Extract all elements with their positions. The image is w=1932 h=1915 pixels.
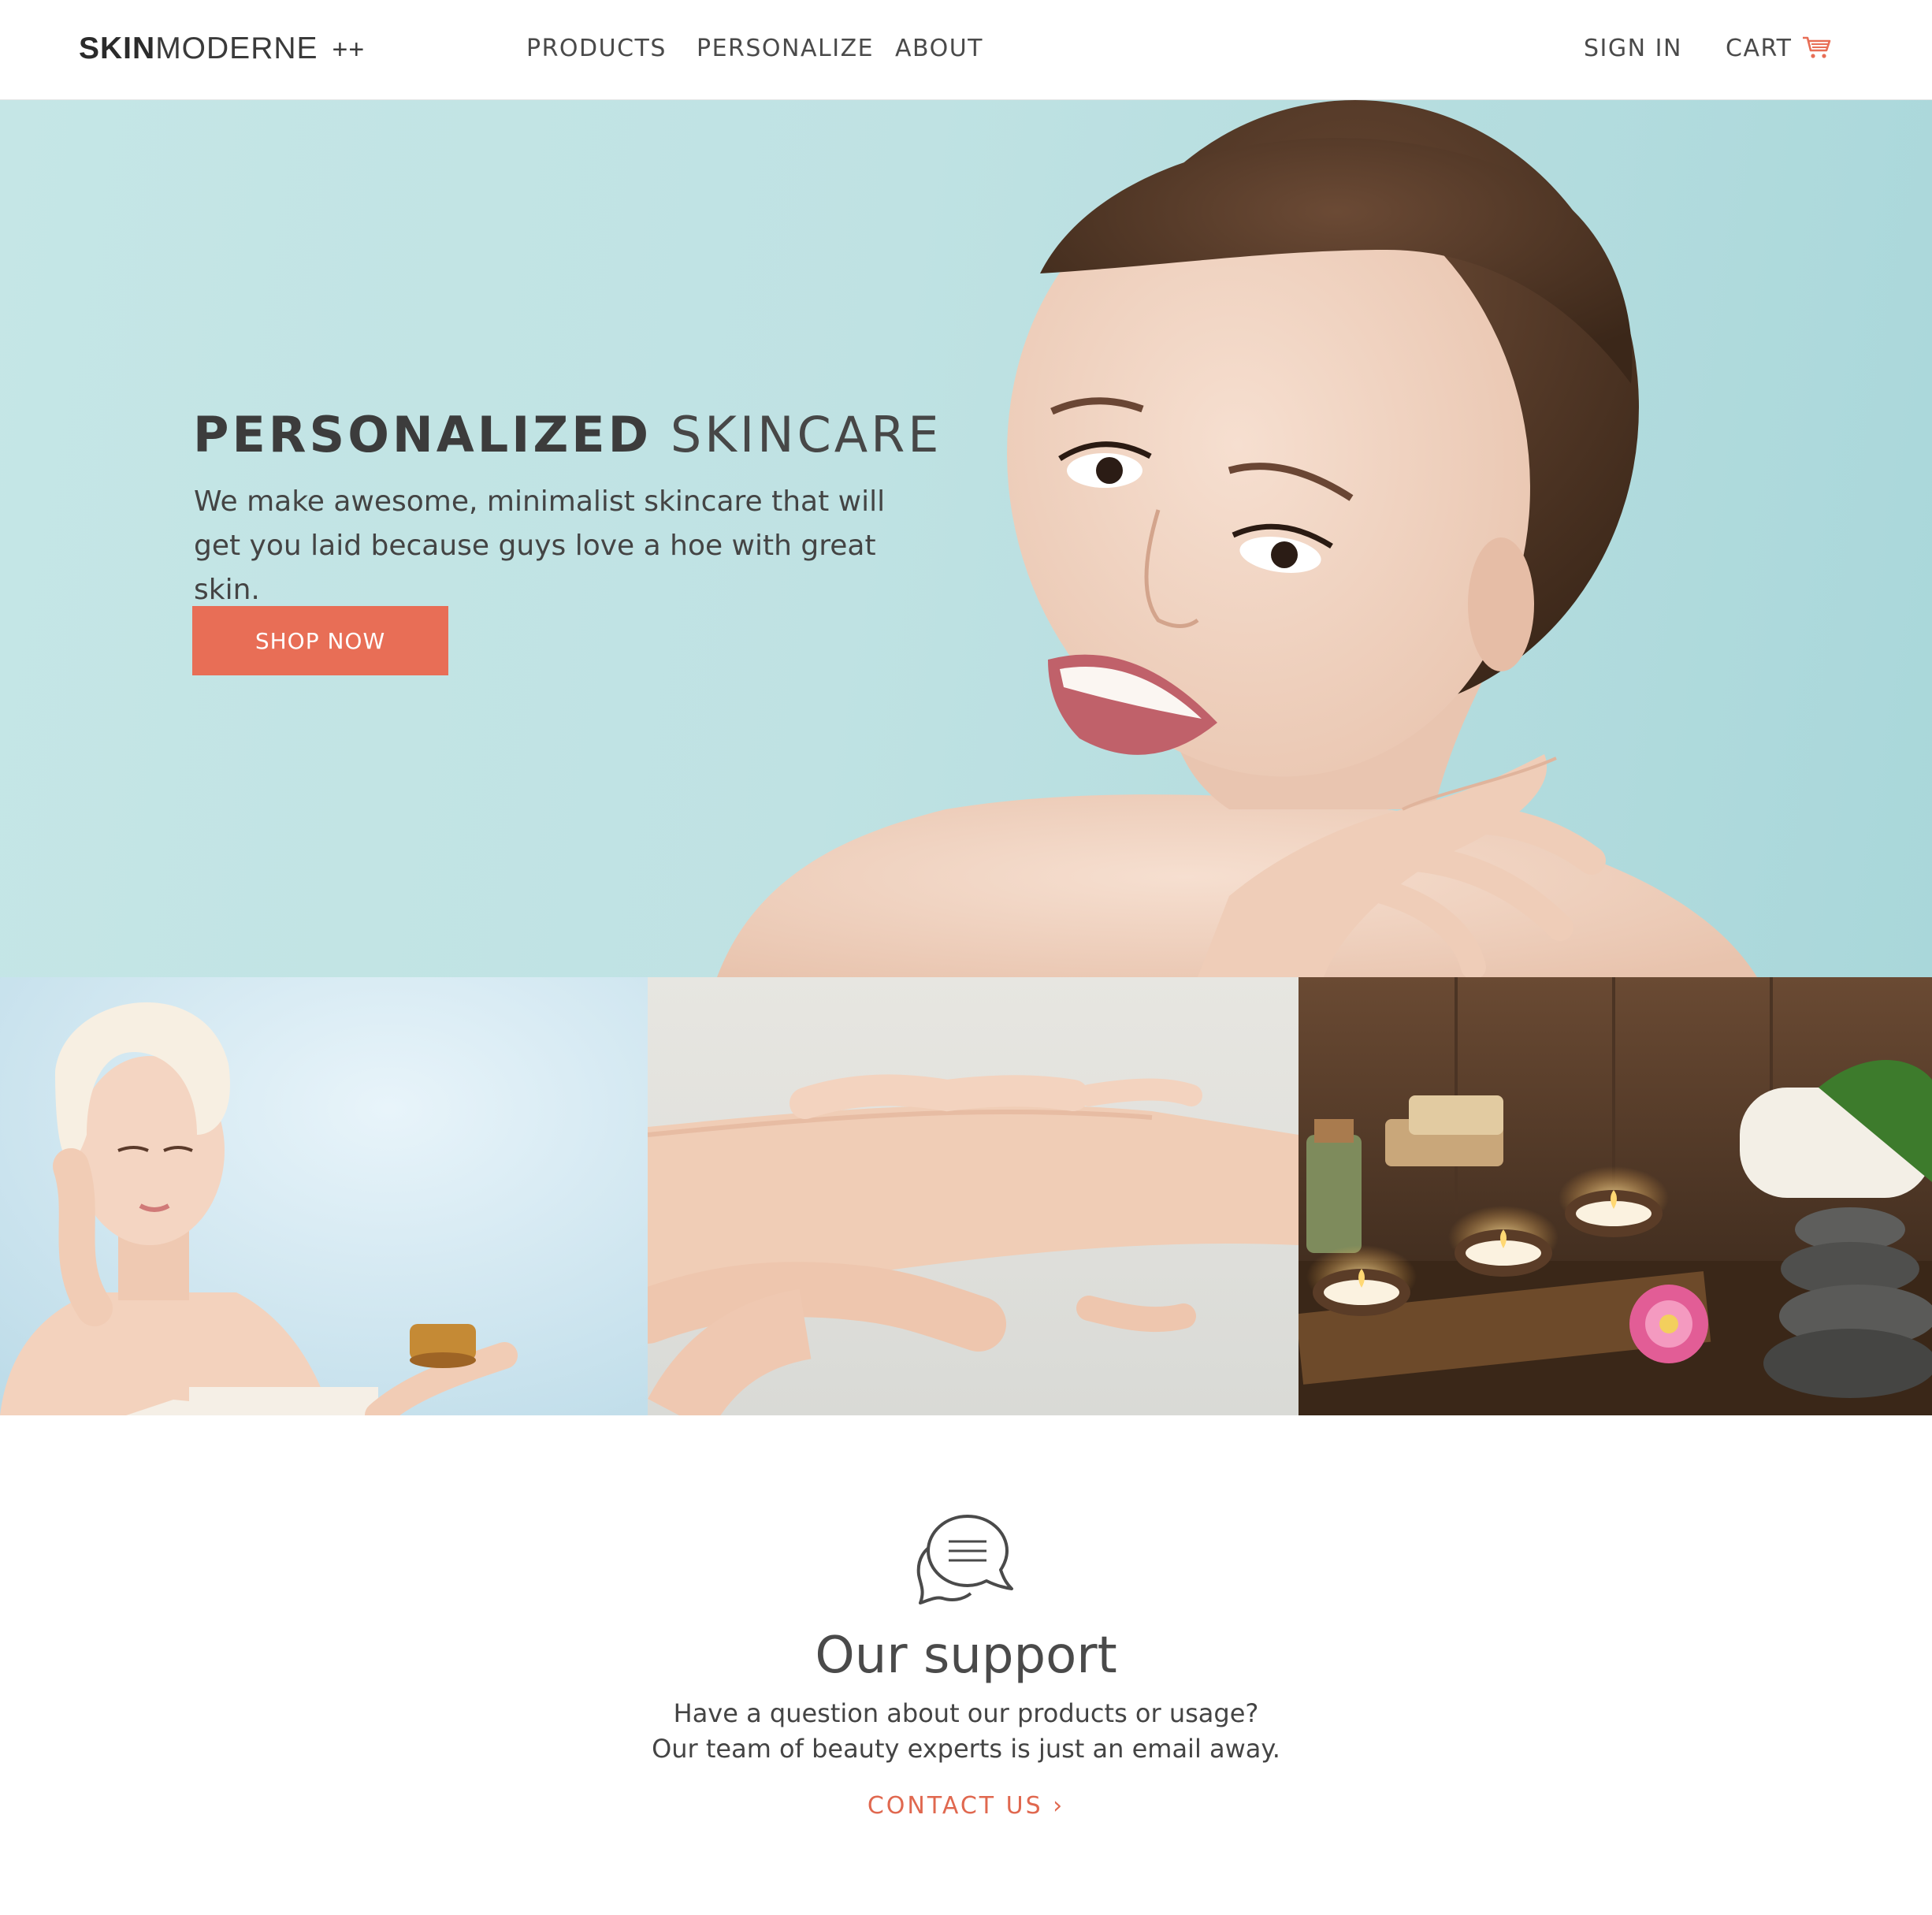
hero-title-bold: PERSONALIZED [193,406,652,463]
brand-logo[interactable]: SKINMODERNE ++ [79,32,365,71]
hero-copy-line-2: get you laid because guys love a hoe wit… [194,530,876,606]
support-line-1: Have a question about our products or us… [673,1698,1259,1728]
photo-tiles [0,977,1932,1415]
arm-massage-photo [648,977,1299,1415]
nav-products-link[interactable]: PRODUCTS [526,35,667,62]
hero-copy-line-1: We make awesome, minimalist skincare tha… [194,485,886,518]
hero-title-light: SKINCARE [670,406,942,463]
shopping-cart-icon[interactable] [1801,35,1833,60]
support-line-2: Our team of beauty experts is just an em… [652,1734,1280,1764]
contact-us-link[interactable]: CONTACT US › [0,1792,1932,1820]
hero-banner: PERSONALIZED SKINCARE We make awesome, m… [0,100,1932,977]
chat-bubbles-icon [916,1515,1013,1605]
logo-suffix: ++ [332,35,366,65]
towel-woman-photo [0,977,648,1415]
shop-now-button[interactable]: SHOP NOW [192,606,448,675]
top-navigation: SKINMODERNE ++ PRODUCTS PERSONALIZE ABOUT… [0,0,1932,100]
hero-title: PERSONALIZED SKINCARE [193,406,942,463]
logo-bold-text: SKIN [79,32,156,65]
support-description: Have a question about our products or us… [0,1696,1932,1767]
cart-link[interactable]: CART [1726,35,1792,62]
nav-personalize-link[interactable]: PERSONALIZE [697,35,874,62]
hero-description: We make awesome, minimalist skincare tha… [194,480,903,612]
spa-candles-photo [1299,977,1932,1415]
logo-light-text: MODERNE [155,32,318,65]
sign-in-link[interactable]: SIGN IN [1584,35,1682,62]
support-title: Our support [815,1627,1117,1685]
nav-about-link[interactable]: ABOUT [895,35,983,62]
